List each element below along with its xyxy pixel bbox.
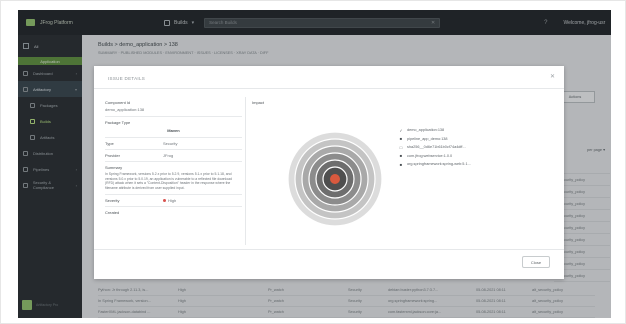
square-icon: ■ — [399, 153, 403, 159]
summary-field: Summary In Spring Framework, versions 5.… — [105, 162, 242, 196]
close-button[interactable]: Close — [522, 256, 550, 268]
issue-info-panel: Component Id demo_application:138 Packag… — [105, 97, 242, 218]
created-field: Created — [105, 207, 242, 218]
summary-text: In Spring Framework, versions 5.2.x prio… — [105, 172, 232, 190]
close-icon[interactable]: ✕ — [550, 73, 555, 80]
legend-label: org.springframework:spring-web:5.1... — [407, 162, 471, 167]
impact-center-node[interactable] — [330, 174, 340, 184]
legend-item[interactable]: ■ pipeline_app_demo:138 — [399, 135, 471, 144]
severity-high-icon — [163, 199, 166, 203]
legend-item[interactable]: ■ org.springframework:spring-web:5.1... — [399, 160, 471, 169]
legend-label: demo_application:138 — [407, 128, 445, 133]
square-outline-icon: □ — [399, 144, 403, 150]
component-id-field: Component Id demo_application:138 — [105, 97, 242, 117]
app-window: JFrog Platform Builds ▾ Search Builds ✕ … — [18, 10, 611, 318]
divider — [94, 88, 564, 89]
issue-details-modal: ISSUE DETAILS ✕ Component Id demo_applic… — [94, 66, 564, 279]
divider — [94, 249, 564, 250]
created-label: Created — [105, 210, 120, 216]
impact-graph — [287, 131, 383, 227]
severity-field: Severity High — [105, 195, 242, 208]
square-icon: ■ — [399, 161, 403, 167]
type-label: Type — [105, 141, 114, 146]
legend-item[interactable]: □ sha256__0d6e71b61b0cf74a4dff... — [399, 143, 471, 152]
severity-text: High — [168, 198, 177, 204]
screenshot-frame: JFrog Platform Builds ▾ Search Builds ✕ … — [0, 0, 626, 324]
severity-value: High — [163, 198, 176, 203]
panel-divider — [245, 97, 246, 245]
modal-title: ISSUE DETAILS — [108, 76, 146, 81]
package-type-field: Package Type Maven — [105, 117, 242, 138]
provider-value: JFrog — [163, 153, 174, 158]
impact-label: Impact — [252, 100, 265, 105]
severity-label: Severity — [105, 198, 120, 204]
legend-label: sha256__0d6e71b61b0cf74a4dff... — [407, 145, 466, 150]
summary-label: Summary — [105, 165, 123, 170]
provider-field: Provider JFrog — [105, 150, 242, 162]
legend-label: com.jfrog:webservice:1.0.0 — [407, 153, 453, 158]
package-type-label: Package Type — [105, 120, 131, 125]
component-id-label: Component Id — [105, 100, 131, 105]
package-type-value: Maven — [167, 128, 180, 133]
type-value: Security — [163, 141, 178, 146]
type-field: Type Security — [105, 138, 242, 150]
legend-label: pipeline_app_demo:138 — [407, 136, 448, 141]
square-icon: ■ — [399, 136, 403, 142]
provider-label: Provider — [105, 153, 120, 158]
legend-item[interactable]: ■ com.jfrog:webservice:1.0.0 — [399, 152, 471, 161]
check-icon: ✓ — [399, 127, 403, 133]
component-id-value: demo_application:138 — [105, 107, 145, 112]
legend-item[interactable]: ✓ demo_application:138 — [399, 126, 471, 135]
impact-legend: ✓ demo_application:138 ■ pipeline_app_de… — [399, 126, 471, 169]
